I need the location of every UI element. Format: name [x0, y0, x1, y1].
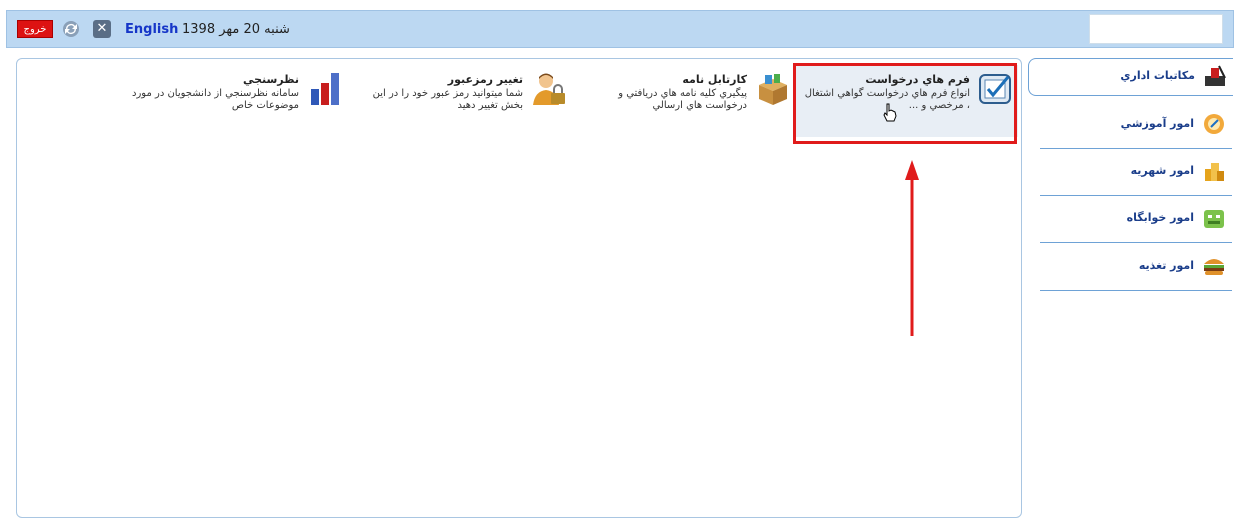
date-text: شنبه 20 مهر 1398 [182, 22, 290, 37]
dormitory-icon [1204, 210, 1224, 228]
sidebar-item-label: امور خوابگاه [1126, 211, 1194, 224]
highlight-box [793, 63, 1017, 144]
tile-title: كارتابل نامه [682, 73, 747, 86]
sidebar-item-food[interactable]: امور تغذيه [1040, 244, 1232, 291]
box-icon [759, 74, 787, 105]
sidebar-item-dormitory[interactable]: امور خوابگاه [1040, 196, 1232, 243]
sidebar-item-label: امور شهريه [1130, 164, 1194, 177]
writing-icon [1205, 65, 1226, 86]
tile-desc: سامانه نظرسنجي از دانشجويان در مورد موضو… [132, 88, 299, 111]
coins-icon [1205, 163, 1224, 181]
hand-cursor-icon [883, 103, 897, 122]
user-info-box [1089, 14, 1223, 44]
sidebar-item-label: مكاتبات اداري [1120, 69, 1195, 82]
tile-title: تغيير رمزعبور [447, 73, 523, 86]
bar-chart-icon [311, 73, 339, 105]
user-lock-icon [533, 73, 565, 105]
tile-survey[interactable]: نظرسنجي سامانه نظرسنجي از دانشجويان در م… [125, 65, 347, 137]
sidebar-item-correspondence[interactable]: مكاتبات اداري [1028, 58, 1233, 96]
tile-title: نظرسنجي [242, 73, 299, 86]
english-link[interactable]: English [125, 22, 178, 37]
sidebar-item-label: امور آموزشي [1120, 117, 1194, 130]
top-bar: خروج ✕ English شنبه 20 مهر 1398 [6, 10, 1234, 48]
burger-icon [1204, 259, 1224, 275]
refresh-icon[interactable] [61, 19, 81, 39]
annotation-arrow [905, 160, 919, 336]
exit-button[interactable]: خروج [17, 20, 53, 38]
sidebar-item-tuition[interactable]: امور شهريه [1040, 149, 1232, 196]
sidebar-item-education[interactable]: امور آموزشي [1040, 102, 1232, 149]
tile-desc: شما ميتوانيد رمز عبور خود را در اين بخش … [372, 88, 523, 111]
sidebar: مكاتبات اداري امور آموزشي امور شهريه امو… [1028, 58, 1233, 518]
sidebar-item-label: امور تغذيه [1138, 259, 1194, 272]
tile-change-password[interactable]: تغيير رمزعبور شما ميتوانيد رمز عبور خود … [349, 65, 571, 137]
tile-letter-cartable[interactable]: كارتابل نامه پيگيري كليه نامه هاي دريافت… [573, 65, 795, 137]
close-icon[interactable]: ✕ [93, 20, 111, 38]
tile-desc: پيگيري كليه نامه هاي دريافتي و درخواست ه… [618, 88, 747, 111]
education-icon [1204, 114, 1224, 134]
